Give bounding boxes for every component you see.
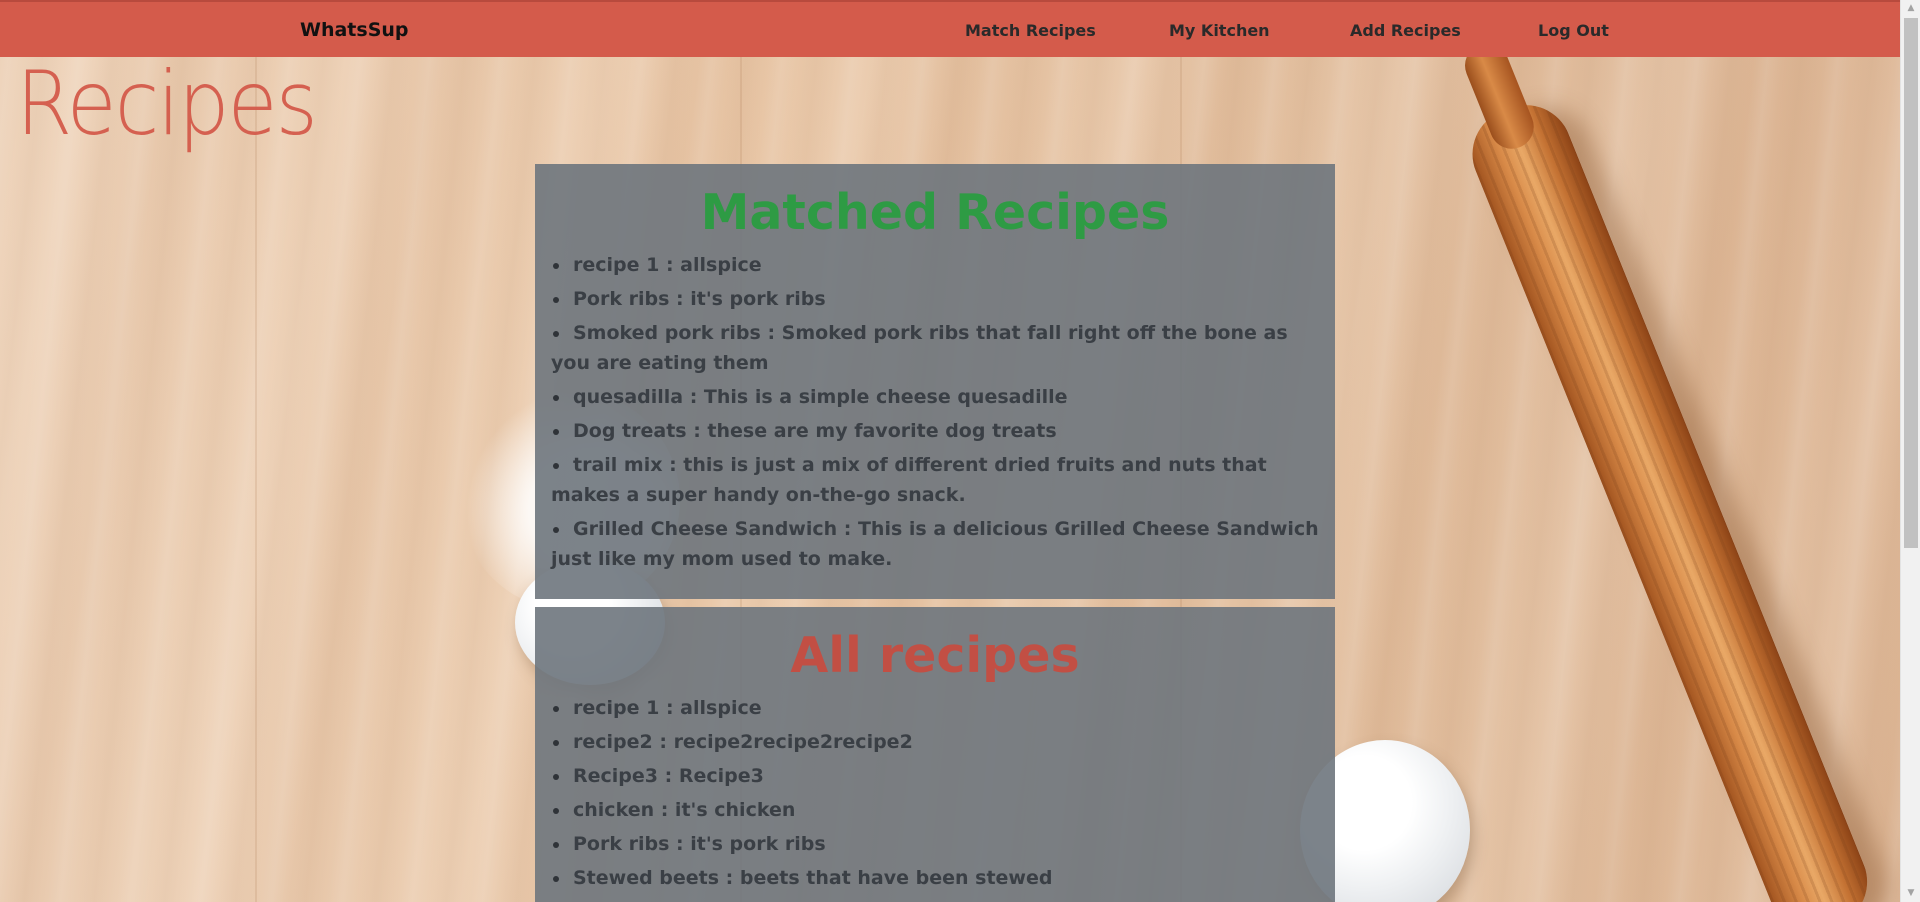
all-recipes-panel: All recipes recipe 1 : allspice recipe2 …	[535, 607, 1335, 902]
wood-plank-seam	[255, 56, 257, 902]
matched-recipe-item[interactable]: recipe 1 : allspice	[551, 250, 1319, 280]
recipe-item[interactable]: recipe2 : recipe2recipe2recipe2	[551, 727, 1319, 757]
recipe-item[interactable]: Recipe3 : Recipe3	[551, 761, 1319, 791]
matched-recipe-item[interactable]: Grilled Cheese Sandwich : This is a deli…	[551, 514, 1319, 574]
nav-log-out[interactable]: Log Out	[1538, 21, 1609, 40]
recipe-item[interactable]: recipe 1 : allspice	[551, 693, 1319, 723]
matched-recipe-item[interactable]: Smoked pork ribs : Smoked pork ribs that…	[551, 318, 1319, 378]
rolling-pin-image	[1458, 91, 1882, 902]
all-recipes-heading: All recipes	[790, 627, 1080, 684]
scroll-down-arrow-icon[interactable]: ▼	[1901, 885, 1920, 902]
matched-recipes-heading: Matched Recipes	[700, 184, 1170, 241]
matched-recipe-item[interactable]: trail mix : this is just a mix of differ…	[551, 450, 1319, 510]
scroll-up-arrow-icon[interactable]: ▲	[1901, 0, 1920, 17]
nav-match-recipes[interactable]: Match Recipes	[965, 21, 1096, 40]
brand-link[interactable]: WhatsSup	[300, 19, 409, 41]
page-title: Recipes	[16, 52, 318, 155]
nav-my-kitchen[interactable]: My Kitchen	[1169, 21, 1270, 40]
matched-recipes-panel: Matched Recipes recipe 1 : allspice Pork…	[535, 164, 1335, 599]
page-scrollbar[interactable]: ▲ ▼	[1900, 0, 1920, 902]
matched-recipe-item[interactable]: quesadilla : This is a simple cheese que…	[551, 382, 1319, 412]
matched-recipe-item[interactable]: Pork ribs : it's pork ribs	[551, 284, 1319, 314]
all-recipes-list: recipe 1 : allspice recipe2 : recipe2rec…	[551, 693, 1319, 893]
recipe-item[interactable]: Pork ribs : it's pork ribs	[551, 829, 1319, 859]
recipe-item[interactable]: Stewed beets : beets that have been stew…	[551, 863, 1319, 893]
scroll-thumb[interactable]	[1904, 18, 1918, 548]
navbar: WhatsSup Match Recipes My Kitchen Add Re…	[0, 0, 1900, 57]
recipe-item[interactable]: chicken : it's chicken	[551, 795, 1319, 825]
matched-recipes-list: recipe 1 : allspice Pork ribs : it's por…	[551, 250, 1319, 574]
matched-recipe-item[interactable]: Dog treats : these are my favorite dog t…	[551, 416, 1319, 446]
nav-add-recipes[interactable]: Add Recipes	[1350, 21, 1461, 40]
